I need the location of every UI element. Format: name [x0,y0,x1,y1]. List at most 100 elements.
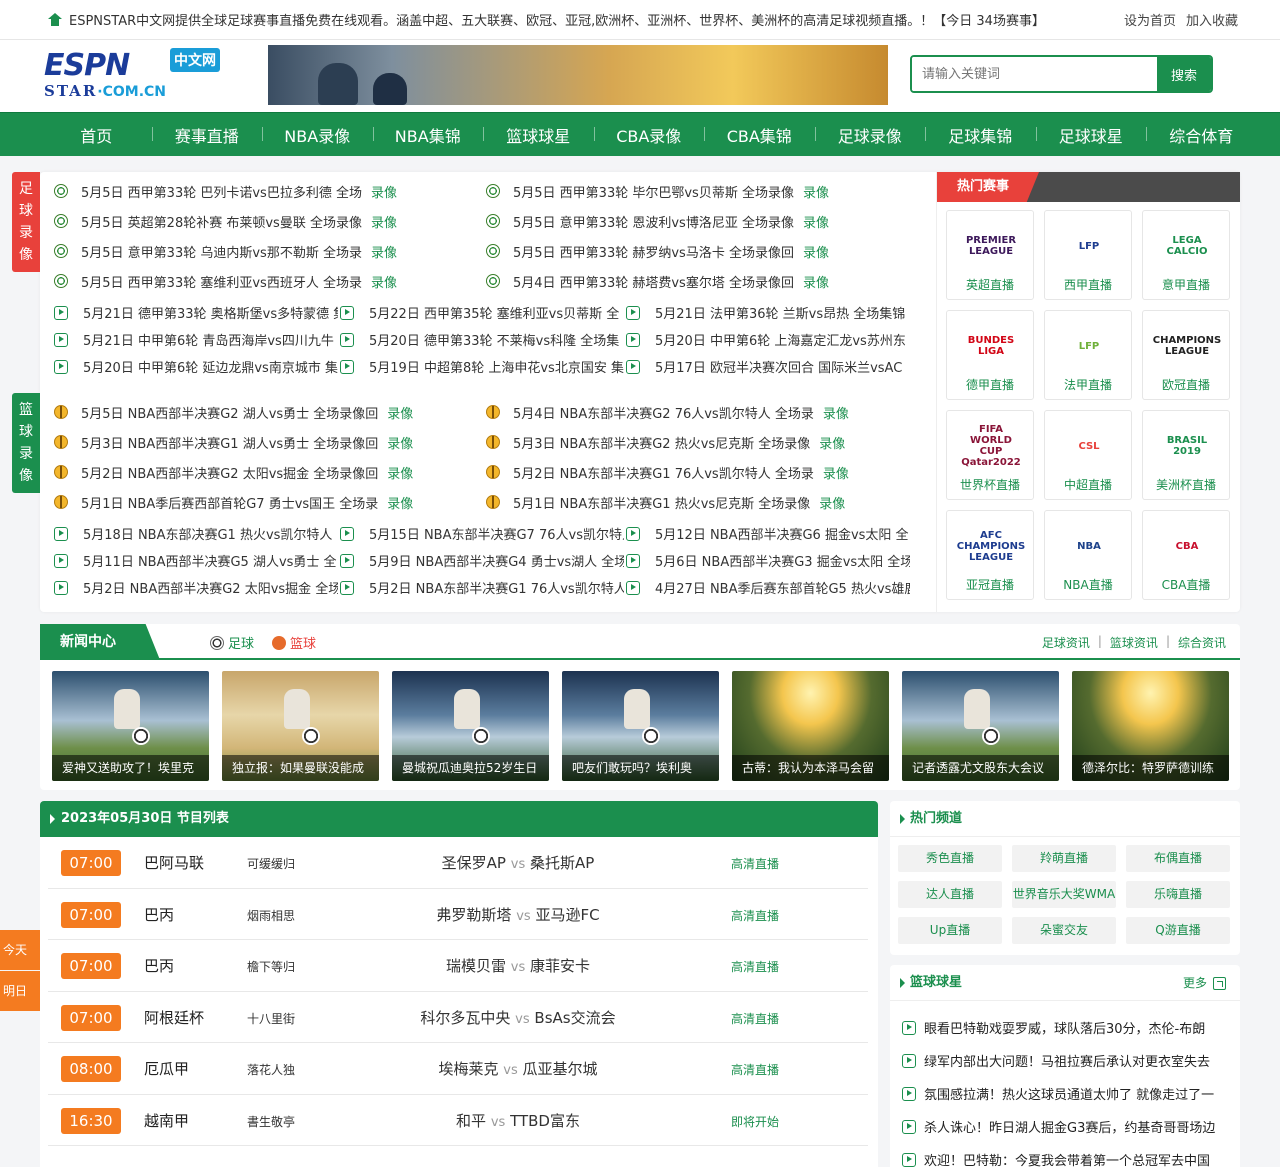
search-input[interactable] [912,57,1157,91]
record-item[interactable]: 5月3日 NBA西部半决赛G1 湖人vs勇士 全场录像回 录像 [54,427,486,457]
add-favorite-link[interactable]: 加入收藏 [1186,10,1238,29]
watch-live-link[interactable]: 高清直播 [731,958,779,975]
record-item[interactable]: 5月5日 西甲第33轮 巴列卡诺vs巴拉多利德 全场 录像 [54,176,486,206]
set-home-link[interactable]: 设为首页 [1124,10,1176,29]
news-card[interactable]: 爱神又送助攻了！埃里克 [52,671,209,781]
league-card[interactable]: CBA CBA直播 [1142,510,1230,600]
highlight-item[interactable]: 5月12日 NBA西部半决赛G6 掘金vs太阳 全 [626,520,914,547]
match-teams[interactable]: 圣保罗AP vs 桑托斯AP [348,852,688,873]
nav-item[interactable]: 篮球球星 [483,123,594,147]
star-news-item[interactable]: 绿军内部出大问题！马祖拉赛后承认对更衣室失去 [902,1044,1228,1077]
highlight-item[interactable]: 5月22日 西甲第35轮 塞维利亚vs贝蒂斯 全 [340,299,626,326]
basket-news-link[interactable]: 篮球资讯 [1110,634,1158,651]
highlight-item[interactable]: 5月2日 NBA东部半决赛G1 76人vs凯尔特人 [340,574,626,601]
nav-item[interactable]: 综合体育 [1146,123,1257,147]
league-card[interactable]: AFC CHAMPIONS LEAGUE 亚冠直播 [946,510,1034,600]
more-link[interactable]: 更多 [1183,965,1226,1001]
league-card[interactable]: CSL 中超直播 [1044,410,1132,500]
record-item[interactable]: 5月5日 英超第28轮补赛 布莱顿vs曼联 全场录像 录像 [54,206,486,236]
nav-item[interactable]: 足球录像 [814,123,926,147]
site-logo[interactable]: ESPN 中文网 STAR·COM.CN [42,46,226,104]
general-news-link[interactable]: 综合资讯 [1178,634,1226,651]
league-card[interactable]: CHAMPIONS LEAGUE 欧冠直播 [1142,310,1230,400]
nav-item[interactable]: CBA录像 [593,123,705,147]
league-card[interactable]: NBA NBA直播 [1044,510,1132,600]
league-card[interactable]: LFP 法甲直播 [1044,310,1132,400]
highlight-item[interactable]: 5月19日 中超第8轮 上海申花vs北京国安 集 [340,353,626,380]
highlight-item[interactable]: 5月2日 NBA西部半决赛G2 太阳vs掘金 全场 [54,574,340,601]
news-card[interactable]: 德泽尔比：特罗萨德训练 [1072,671,1229,781]
highlight-item[interactable]: 5月18日 NBA东部决赛G1 热火vs凯尔特人 [54,520,340,547]
news-subtab-soccer[interactable]: 足球 [210,633,254,652]
day-tab-tomorrow[interactable]: 明日 [0,971,40,1011]
news-card[interactable]: 记者透露尤文股东大会议 [902,671,1059,781]
record-item[interactable]: 5月5日 意甲第33轮 乌迪内斯vs那不勒斯 全场录 录像 [54,236,486,266]
news-center-tab[interactable]: 新闻中心 [40,624,160,660]
channel-button[interactable]: 世界音乐大奖WMA [1012,881,1116,908]
record-item[interactable]: 5月1日 NBA季后赛西部首轮G7 勇士vs国王 全场录 录像 [54,487,486,517]
record-item[interactable]: 5月3日 NBA东部半决赛G2 热火vs尼克斯 全场录像 录像 [486,427,894,457]
record-item[interactable]: 5月2日 NBA东部半决赛G1 76人vs凯尔特人 全场录 录像 [486,457,894,487]
record-item[interactable]: 5月2日 NBA西部半决赛G2 太阳vs掘金 全场录像回 录像 [54,457,486,487]
record-item[interactable]: 5月5日 NBA西部半决赛G2 湖人vs勇士 全场录像回 录像 [54,397,486,427]
highlight-item[interactable]: 5月21日 德甲第33轮 奥格斯堡vs多特蒙德 集 [54,299,340,326]
star-news-item[interactable]: 氛围感拉满！热火这球员通道太帅了 就像走过了一 [902,1077,1228,1110]
home-icon[interactable] [48,13,62,26]
nav-item[interactable]: 足球球星 [1035,123,1147,147]
search-button[interactable]: 搜索 [1157,57,1211,91]
channel-button[interactable]: 乐嗨直播 [1126,881,1230,908]
channel-button[interactable]: 达人直播 [898,881,1002,908]
nav-item[interactable]: NBA集锦 [372,123,484,147]
highlight-item[interactable]: 5月9日 NBA西部半决赛G4 勇士vs湖人 全场 [340,547,626,574]
header-banner[interactable] [268,45,888,105]
news-card[interactable]: 独立报：如果曼联没能成 [222,671,379,781]
record-item[interactable]: 5月4日 西甲第33轮 赫塔费vs塞尔塔 全场录像回 录像 [486,266,894,296]
highlight-item[interactable]: 5月20日 中甲第6轮 上海嘉定汇龙vs苏州东 [626,326,914,353]
news-card[interactable]: 吧友们敢玩吗？埃利奥 [562,671,719,781]
league-card[interactable]: BUNDES LIGA 德甲直播 [946,310,1034,400]
nav-item[interactable]: NBA录像 [262,123,373,147]
highlight-item[interactable]: 5月21日 法甲第36轮 兰斯vs昂热 全场集锦 [626,299,914,326]
day-tab-today[interactable]: 今天 [0,930,40,970]
league-card[interactable]: PREMIER LEAGUE 英超直播 [946,210,1034,300]
channel-button[interactable]: 羚萌直播 [1012,845,1116,872]
league-card[interactable]: LEGA CALCIO 意甲直播 [1142,210,1230,300]
league-card[interactable]: LFP 西甲直播 [1044,210,1132,300]
news-subtab-basketball[interactable]: 篮球 [272,633,316,652]
highlight-item[interactable]: 4月27日 NBA季后赛东部首轮G5 热火vs雄鹿 [626,574,914,601]
nav-item[interactable]: CBA集锦 [704,123,815,147]
channel-button[interactable]: 秀色直播 [898,845,1002,872]
highlight-item[interactable]: 5月11日 NBA西部半决赛G5 湖人vs勇士 全 [54,547,340,574]
highlight-item[interactable]: 5月15日 NBA东部半决赛G7 76人vs凯尔特人 [340,520,626,547]
record-item[interactable]: 5月5日 西甲第33轮 毕尔巴鄂vs贝蒂斯 全场录像 录像 [486,176,894,206]
news-card[interactable]: 古蒂：我认为本泽马会留 [732,671,889,781]
star-news-item[interactable]: 眼看巴特勒戏耍罗威，球队落后30分，杰伦-布朗 [902,1011,1228,1044]
nav-item[interactable]: 首页 [41,123,152,147]
watch-live-link[interactable]: 即将开始 [731,1113,779,1130]
nav-item[interactable]: 赛事直播 [151,123,263,147]
record-item[interactable]: 5月5日 西甲第33轮 塞维利亚vs西班牙人 全场录 录像 [54,266,486,296]
highlight-item[interactable]: 5月20日 德甲第33轮 不莱梅vs科隆 全场集 [340,326,626,353]
match-teams[interactable]: 科尔多瓦中央 vs BsAs交流会 [348,1007,688,1028]
match-teams[interactable]: 埃梅莱克 vs 瓜亚基尔城 [348,1058,688,1079]
watch-live-link[interactable]: 高清直播 [731,855,779,872]
news-card[interactable]: 曼城祝瓜迪奥拉52岁生日 [392,671,549,781]
watch-live-link[interactable]: 高清直播 [731,1061,779,1078]
channel-button[interactable]: 朵蜜交友 [1012,917,1116,944]
channel-button[interactable]: 布偶直播 [1126,845,1230,872]
match-teams[interactable]: 瑞模贝雷 vs 康菲安卡 [348,955,688,976]
record-item[interactable]: 5月5日 意甲第33轮 恩波利vs博洛尼亚 全场录像 录像 [486,206,894,236]
soccer-news-link[interactable]: 足球资讯 [1042,634,1090,651]
watch-live-link[interactable]: 高清直播 [731,1010,779,1027]
channel-button[interactable]: Up直播 [898,917,1002,944]
highlight-item[interactable]: 5月21日 中甲第6轮 青岛西海岸vs四川九牛 [54,326,340,353]
highlight-item[interactable]: 5月17日 欧冠半决赛次回合 国际米兰vsAC [626,353,914,380]
record-item[interactable]: 5月4日 NBA东部半决赛G2 76人vs凯尔特人 全场录 录像 [486,397,894,427]
record-item[interactable]: 5月1日 NBA东部半决赛G1 热火vs尼克斯 全场录像 录像 [486,487,894,517]
record-item[interactable]: 5月5日 西甲第33轮 赫罗纳vs马洛卡 全场录像回 录像 [486,236,894,266]
nav-item[interactable]: 足球集锦 [925,123,1036,147]
highlight-item[interactable]: 5月6日 NBA西部半决赛G3 掘金vs太阳 全场 [626,547,914,574]
channel-button[interactable]: Q游直播 [1126,917,1230,944]
star-news-item[interactable]: 杀人诛心！昨日湖人掘金G3赛后，约基奇哥哥场边 [902,1110,1228,1143]
watch-live-link[interactable]: 高清直播 [731,907,779,924]
